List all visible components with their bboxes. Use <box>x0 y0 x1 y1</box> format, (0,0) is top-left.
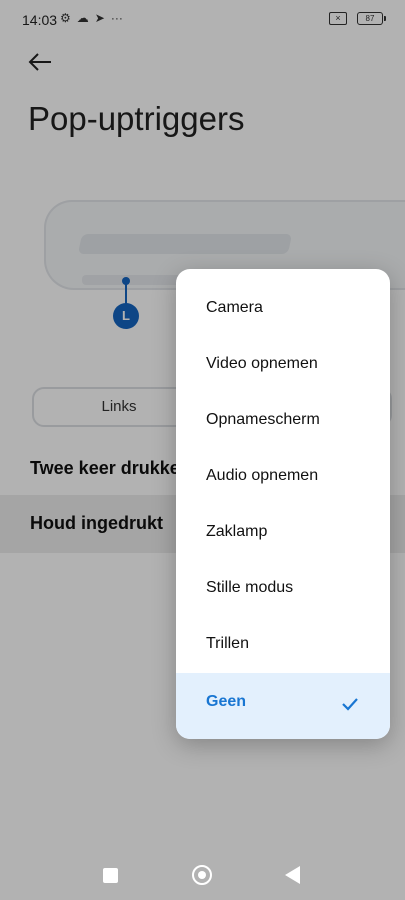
menu-item-camera[interactable]: Camera <box>176 281 390 337</box>
menu-item-label: Geen <box>206 693 247 710</box>
menu-item-vibrate[interactable]: Trillen <box>176 617 390 673</box>
menu-item-label: Trillen <box>206 635 249 652</box>
menu-item-silent[interactable]: Stille modus <box>176 561 390 617</box>
page: 14:03 ⚙ ☁ ➤ ··· × 87 Pop-uptriggers L Li… <box>0 0 405 900</box>
menu-item-audio[interactable]: Audio opnemen <box>176 449 390 505</box>
menu-item-label: Stille modus <box>206 579 294 596</box>
menu-item-label: Zaklamp <box>206 523 268 540</box>
recents-button[interactable] <box>103 868 118 883</box>
menu-item-video[interactable]: Video opnemen <box>176 337 390 393</box>
check-icon <box>342 698 358 711</box>
back-nav-button[interactable] <box>285 866 300 884</box>
menu-item-label: Camera <box>206 299 263 316</box>
home-button[interactable] <box>192 865 212 885</box>
menu-item-label: Video opnemen <box>206 355 318 372</box>
menu-item-label: Audio opnemen <box>206 467 319 484</box>
menu-item-screen-record[interactable]: Opnamescherm <box>176 393 390 449</box>
menu-item-none[interactable]: Geen <box>176 673 390 739</box>
menu-item-label: Opnamescherm <box>206 411 320 428</box>
action-menu: Camera Video opnemen Opnamescherm Audio … <box>176 269 390 739</box>
menu-item-flashlight[interactable]: Zaklamp <box>176 505 390 561</box>
